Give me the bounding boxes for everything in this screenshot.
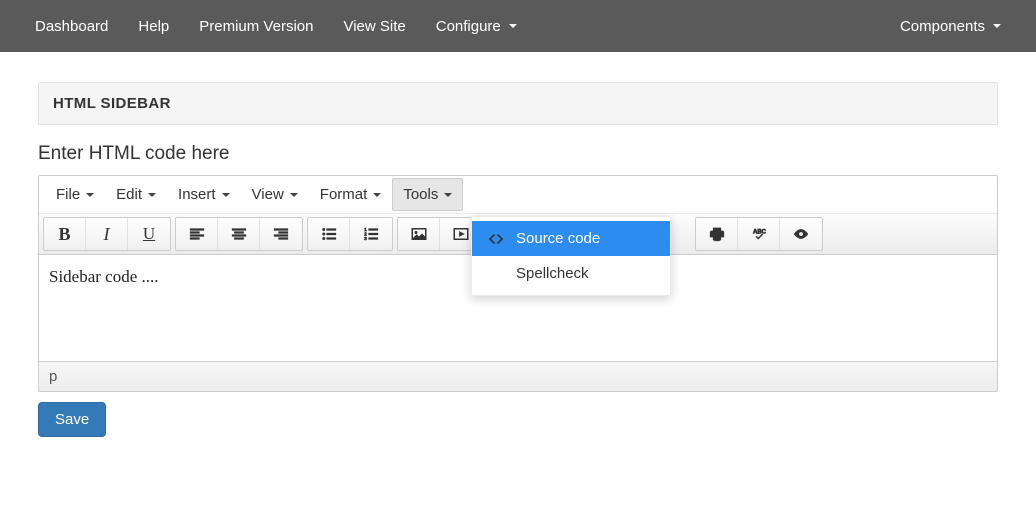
- topnav-item-label: View Site: [343, 18, 405, 35]
- topnav-right: Components: [885, 2, 1016, 51]
- editor: File Edit Insert View Format Tools Source cod…: [38, 175, 998, 392]
- align-right-button[interactable]: [260, 218, 302, 250]
- editor-statusbar[interactable]: p: [39, 361, 997, 391]
- main-content: HTML SIDEBAR Enter HTML code here File Ed…: [0, 52, 1036, 457]
- save-button[interactable]: Save: [38, 402, 106, 437]
- svg-text:ABC: ABC: [753, 229, 767, 235]
- caret-down-icon: [148, 193, 156, 197]
- topnav-right-0[interactable]: Components: [885, 2, 1016, 51]
- caret-down-icon: [444, 193, 452, 197]
- topnav-item-label: Dashboard: [35, 18, 108, 35]
- caret-down-icon: [373, 193, 381, 197]
- italic-button[interactable]: I: [86, 218, 128, 250]
- menu-insert[interactable]: Insert: [167, 178, 241, 211]
- menu-label: Edit: [116, 186, 142, 203]
- caret-down-icon: [993, 24, 1001, 28]
- caret-down-icon: [222, 193, 230, 197]
- topnav-item-label: Help: [138, 18, 169, 35]
- caret-down-icon: [509, 24, 517, 28]
- caret-down-icon: [290, 193, 298, 197]
- menu-label: Format: [320, 186, 368, 203]
- topnav-left-1[interactable]: Help: [123, 2, 184, 51]
- menu-edit[interactable]: Edit: [105, 178, 167, 211]
- code-icon: [488, 231, 504, 247]
- print-button[interactable]: [696, 218, 738, 250]
- topnav-left: Dashboard Help Premium Version View Site Con…: [20, 2, 532, 51]
- underline-button[interactable]: U: [128, 218, 170, 250]
- bullet-list-button[interactable]: [308, 218, 350, 250]
- menu-label: Insert: [178, 186, 216, 203]
- topnav-left-3[interactable]: View Site: [328, 2, 420, 51]
- topnav-item-label: Components: [900, 18, 985, 35]
- topnav-left-4[interactable]: Configure: [421, 2, 532, 51]
- bold-button[interactable]: B: [44, 218, 86, 250]
- dropdown-item-label: Spellcheck: [516, 265, 589, 282]
- menu-view[interactable]: View: [241, 178, 309, 211]
- editor-menubar: File Edit Insert View Format Tools: [39, 176, 997, 214]
- preview-button[interactable]: [780, 218, 822, 250]
- menu-label: Tools: [403, 186, 438, 203]
- align-left-button[interactable]: [176, 218, 218, 250]
- field-label: Enter HTML code here: [38, 143, 998, 165]
- align-center-button[interactable]: [218, 218, 260, 250]
- dropdown-item-spellcheck[interactable]: Spellcheck: [472, 256, 670, 291]
- dropdown-item-label: Source code: [516, 230, 600, 247]
- menu-file[interactable]: File: [45, 178, 105, 211]
- svg-text:3: 3: [364, 236, 367, 241]
- dropdown-item-source-code[interactable]: Source code: [472, 221, 670, 256]
- image-button[interactable]: [398, 218, 440, 250]
- caret-down-icon: [86, 193, 94, 197]
- menu-label: File: [56, 186, 80, 203]
- topnav-left-0[interactable]: Dashboard: [20, 2, 123, 51]
- menu-tools[interactable]: Tools: [392, 178, 463, 211]
- spellcheck-button[interactable]: ABC: [738, 218, 780, 250]
- panel-title: HTML SIDEBAR: [38, 82, 998, 125]
- tools-dropdown: Source code Spellcheck: [471, 216, 671, 296]
- topnav-left-2[interactable]: Premium Version: [184, 2, 328, 51]
- topnav-item-label: Premium Version: [199, 18, 313, 35]
- numbered-list-button[interactable]: 123: [350, 218, 392, 250]
- topnav-item-label: Configure: [436, 18, 501, 35]
- menu-label: View: [252, 186, 284, 203]
- menu-format[interactable]: Format: [309, 178, 393, 211]
- top-navigation: Dashboard Help Premium Version View Site Con…: [0, 0, 1036, 52]
